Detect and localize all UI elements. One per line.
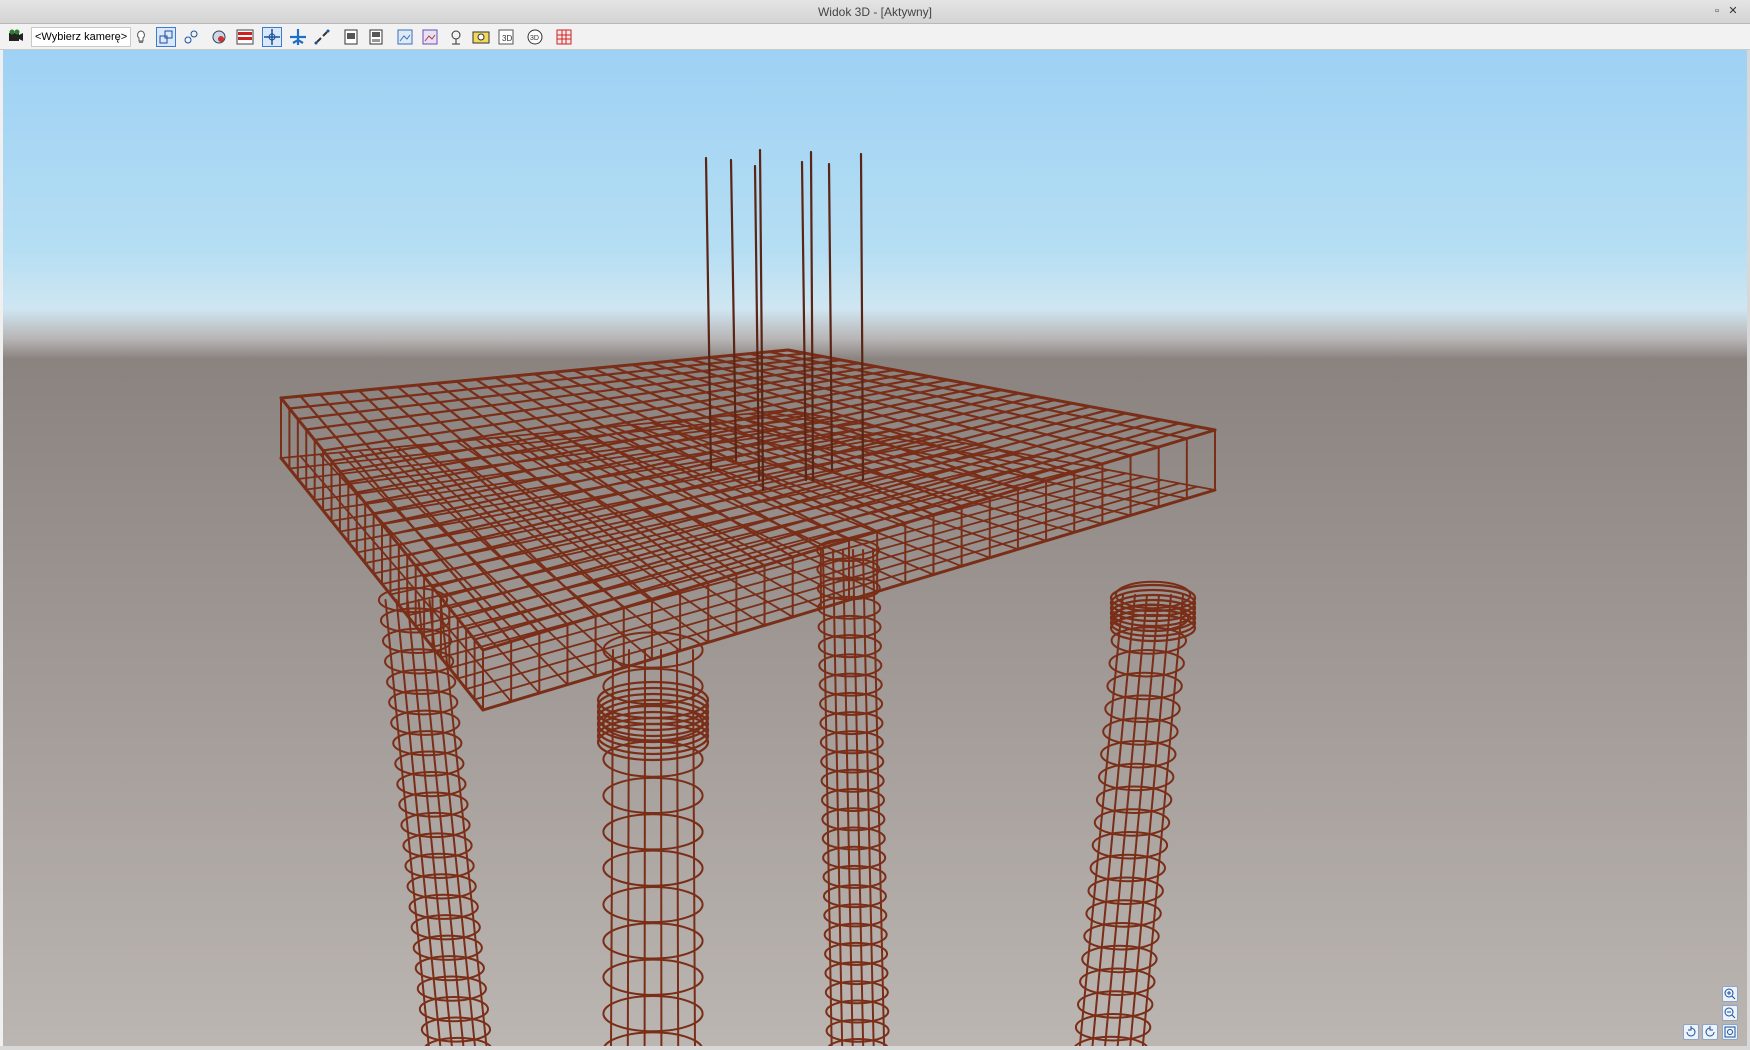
- toolbar: <Wybierz kamerę> 3D 3D: [0, 24, 1750, 50]
- 3d-rotate-icon[interactable]: 3D: [525, 27, 545, 47]
- print-icon[interactable]: [341, 27, 361, 47]
- select-objects-alt-icon[interactable]: [181, 27, 201, 47]
- rotate-right-icon[interactable]: [1702, 1024, 1718, 1040]
- 3d-viewport[interactable]: [3, 50, 1747, 1046]
- scene-background: [3, 50, 1747, 1046]
- window-border-bottom: [0, 1046, 1750, 1050]
- title-bar: Widok 3D - [Aktywny] ▫ ✕: [0, 0, 1750, 24]
- close-icon[interactable]: ✕: [1727, 5, 1739, 17]
- camera-select[interactable]: <Wybierz kamerę>: [31, 27, 131, 47]
- zoom-extents-icon[interactable]: [1722, 1024, 1738, 1040]
- maximize-icon[interactable]: ▫: [1711, 5, 1723, 17]
- export-image-icon[interactable]: [395, 27, 415, 47]
- zoom-out-icon[interactable]: [1722, 1005, 1738, 1021]
- rotate-left-icon[interactable]: [1683, 1024, 1699, 1040]
- walk-icon[interactable]: [313, 27, 333, 47]
- export-image-alt-icon[interactable]: [420, 27, 440, 47]
- light-icon[interactable]: [131, 27, 151, 47]
- photo-icon[interactable]: [471, 27, 491, 47]
- render-icon[interactable]: [209, 27, 229, 47]
- 3d-scene[interactable]: [3, 50, 1747, 1046]
- fly-icon[interactable]: [288, 27, 308, 47]
- svg-text:3D: 3D: [530, 35, 539, 42]
- grid-settings-icon[interactable]: [554, 27, 574, 47]
- camera-path-icon[interactable]: [446, 27, 466, 47]
- svg-text:3D: 3D: [502, 34, 512, 43]
- print-preview-icon[interactable]: [366, 27, 386, 47]
- wall-layers-icon[interactable]: [235, 27, 255, 47]
- camera-icon[interactable]: [6, 27, 26, 47]
- 3d-object-icon[interactable]: 3D: [496, 27, 516, 47]
- zoom-in-icon[interactable]: [1722, 986, 1738, 1002]
- select-objects-icon[interactable]: [156, 27, 176, 47]
- window-title: Widok 3D - [Aktywny]: [817, 5, 933, 19]
- pan-icon[interactable]: [262, 27, 282, 47]
